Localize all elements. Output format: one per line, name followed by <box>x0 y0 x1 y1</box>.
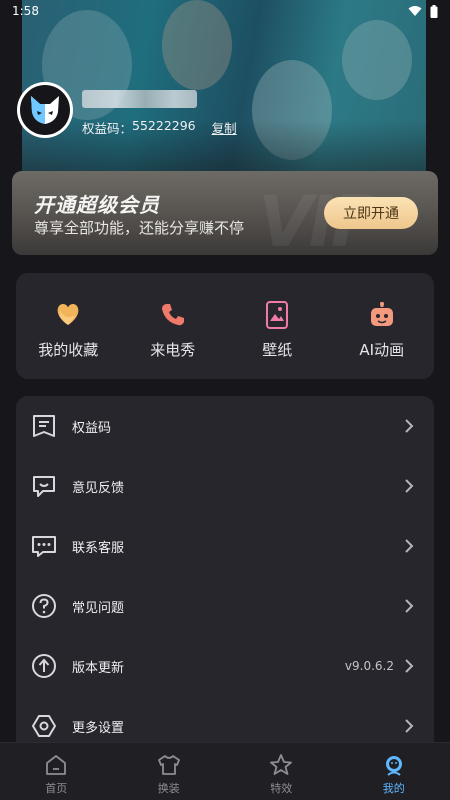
menu-item-faq[interactable]: 常见问题 <box>16 576 434 636</box>
home-icon <box>43 752 69 778</box>
settings-icon <box>30 712 58 740</box>
profile-icon <box>381 752 407 778</box>
chevron-right-icon <box>405 659 414 673</box>
quick-action-label: 壁纸 <box>262 341 293 359</box>
tab-outfit[interactable]: 换装 <box>113 743 226 800</box>
copy-code-link[interactable]: 复制 <box>212 118 237 137</box>
question-icon <box>30 592 58 620</box>
open-vip-button[interactable]: 立即开通 <box>324 197 418 229</box>
robot-icon <box>368 301 396 329</box>
avatar[interactable] <box>17 82 73 138</box>
heart-icon <box>54 301 82 329</box>
upgrade-icon <box>30 652 58 680</box>
quick-action-label: AI动画 <box>359 341 405 359</box>
menu-item-customer-service[interactable]: 联系客服 <box>16 516 434 576</box>
chevron-right-icon <box>405 539 414 553</box>
menu-item-label: 版本更新 <box>72 660 125 676</box>
quick-action-wallpaper[interactable]: 壁纸 <box>225 273 330 379</box>
quick-actions: 我的收藏 来电秀 壁纸 AI动画 <box>16 273 434 379</box>
wallpaper-icon <box>263 301 291 329</box>
benefit-code-value: 55222296 <box>132 118 196 133</box>
chevron-right-icon <box>405 419 414 433</box>
tab-label: 我的 <box>382 782 405 795</box>
menu-item-version-update[interactable]: 版本更新 v9.0.6.2 <box>16 636 434 696</box>
status-time: 1:58 <box>12 4 39 18</box>
username-blurred <box>82 90 197 108</box>
vip-title: 开通超级会员 <box>34 193 160 217</box>
quick-action-ai-animation[interactable]: AI动画 <box>330 273 435 379</box>
tab-home[interactable]: 首页 <box>0 743 113 800</box>
coupon-icon <box>30 412 58 440</box>
vip-subtitle: 尊享全部功能，还能分享赚不停 <box>34 219 245 237</box>
wifi-icon <box>408 6 422 16</box>
menu-item-label: 联系客服 <box>72 540 125 556</box>
menu-item-label: 常见问题 <box>72 600 125 616</box>
star-icon <box>268 752 294 778</box>
vip-banner[interactable]: VIP 开通超级会员 尊享全部功能，还能分享赚不停 立即开通 <box>12 171 438 255</box>
chevron-right-icon <box>405 479 414 493</box>
chat-icon <box>30 532 58 560</box>
tab-label: 换装 <box>157 782 180 795</box>
quick-action-call-show[interactable]: 来电秀 <box>121 273 226 379</box>
menu-item-label: 权益码 <box>72 420 112 436</box>
chevron-right-icon <box>405 599 414 613</box>
status-bar: 1:58 <box>0 0 450 22</box>
phone-icon <box>159 301 187 329</box>
menu-item-label: 意见反馈 <box>72 480 125 496</box>
feedback-icon <box>30 472 58 500</box>
menu-item-benefit-code[interactable]: 权益码 <box>16 396 434 456</box>
version-number: v9.0.6.2 <box>344 659 394 673</box>
tab-effects[interactable]: 特效 <box>225 743 338 800</box>
settings-menu: 权益码 意见反馈 联系客服 常见问题 版本更新 v9.0.6.2 更多设置 <box>16 396 434 756</box>
bottom-tab-bar: 首页 换装 特效 我的 <box>0 742 450 800</box>
tab-label: 首页 <box>45 782 68 795</box>
quick-action-label: 我的收藏 <box>38 341 99 359</box>
quick-action-favorites[interactable]: 我的收藏 <box>16 273 121 379</box>
fox-logo-icon <box>31 96 59 124</box>
quick-action-label: 来电秀 <box>150 341 196 359</box>
benefit-code-line: 权益码： 55222296 复制 <box>82 118 237 137</box>
benefit-code-label: 权益码： <box>82 121 133 136</box>
battery-icon <box>430 4 438 18</box>
shirt-icon <box>156 752 182 778</box>
menu-item-feedback[interactable]: 意见反馈 <box>16 456 434 516</box>
tab-label: 特效 <box>270 782 293 795</box>
chevron-right-icon <box>405 719 414 733</box>
menu-item-label: 更多设置 <box>72 720 125 736</box>
tab-mine[interactable]: 我的 <box>338 743 450 800</box>
